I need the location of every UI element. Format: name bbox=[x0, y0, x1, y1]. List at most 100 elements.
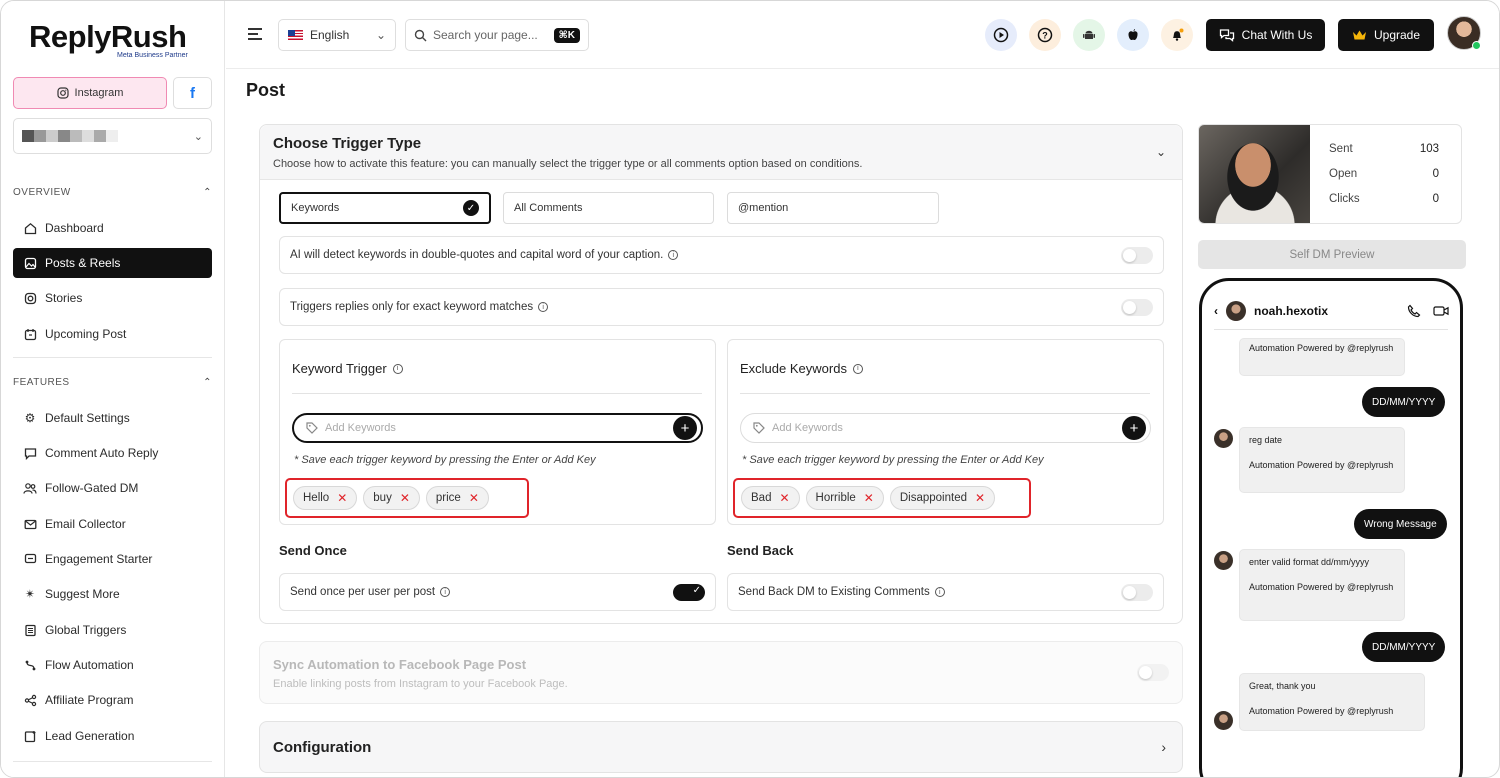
sidebar-item-comment-auto-reply[interactable]: Comment Auto Reply bbox=[13, 438, 212, 468]
sidebar-item-label: Dashboard bbox=[45, 221, 104, 235]
account-select[interactable]: ⌄ bbox=[13, 118, 212, 154]
exact-match-toggle[interactable] bbox=[1121, 298, 1153, 316]
sidebar-item-stories[interactable]: Stories bbox=[13, 283, 212, 313]
add-exclude-keyword-button[interactable]: + bbox=[1122, 416, 1146, 440]
chip-label: Bad bbox=[751, 492, 772, 504]
dm-username: noah.hexotix bbox=[1254, 304, 1329, 318]
check-icon: ✓ bbox=[692, 584, 701, 596]
sidebar-item-dashboard[interactable]: Dashboard bbox=[13, 213, 212, 243]
keyword-input[interactable]: Add Keywords + bbox=[292, 413, 703, 443]
dm-message-user: DD/MM/YYYY bbox=[1362, 387, 1446, 417]
logo-text: ReplyRush bbox=[29, 19, 187, 54]
send-back-row: Send Back DM to Existing Comments i bbox=[727, 573, 1164, 611]
trigger-type-card: Choose Trigger Type Choose how to activa… bbox=[259, 124, 1183, 624]
user-avatar[interactable] bbox=[1447, 16, 1481, 50]
sidebar-item-label: Comment Auto Reply bbox=[45, 446, 159, 460]
remove-chip-icon[interactable]: ✕ bbox=[469, 491, 479, 505]
sidebar-item-lead-generation[interactable]: Lead Generation bbox=[13, 721, 212, 751]
sync-toggle[interactable] bbox=[1137, 664, 1169, 681]
remove-chip-icon[interactable]: ✕ bbox=[864, 491, 874, 505]
facebook-button[interactable]: f bbox=[173, 77, 212, 109]
overview-section-header[interactable]: OVERVIEW ⌃ bbox=[13, 187, 212, 198]
info-icon[interactable]: i bbox=[852, 363, 863, 374]
tutorial-button[interactable] bbox=[985, 19, 1017, 51]
notifications-button[interactable] bbox=[1161, 19, 1193, 51]
add-keyword-button[interactable]: + bbox=[673, 416, 697, 440]
instagram-button[interactable]: Instagram bbox=[13, 77, 167, 109]
sidebar-item-affiliate-program[interactable]: Affiliate Program bbox=[13, 685, 212, 715]
upgrade-button[interactable]: Upgrade bbox=[1338, 19, 1434, 51]
dm-message-user: DD/MM/YYYY bbox=[1362, 632, 1446, 662]
video-call-icon[interactable] bbox=[1433, 304, 1449, 318]
sidebar-item-engagement-starter[interactable]: Engagement Starter bbox=[13, 544, 212, 574]
chevron-up-icon: ⌃ bbox=[203, 377, 212, 388]
send-back-toggle[interactable] bbox=[1121, 583, 1153, 601]
menu-icon[interactable] bbox=[248, 28, 262, 43]
trigger-option-all-comments[interactable]: All Comments bbox=[503, 192, 714, 224]
dm-message-footer: Automation Powered by @replyrush bbox=[1249, 459, 1394, 470]
chat-with-us-button[interactable]: Chat With Us bbox=[1206, 19, 1325, 51]
page-title: Post bbox=[246, 80, 286, 100]
tag-icon bbox=[753, 422, 765, 434]
keyword-input-placeholder: Add Keywords bbox=[325, 422, 396, 434]
info-icon[interactable]: i bbox=[668, 250, 679, 260]
sidebar-item-upcoming-post[interactable]: Upcoming Post bbox=[13, 319, 212, 349]
chip-label: Hello bbox=[303, 492, 330, 504]
info-icon[interactable]: i bbox=[440, 587, 451, 597]
remove-chip-icon[interactable]: ✕ bbox=[400, 491, 410, 505]
dm-message-user: Wrong Message bbox=[1354, 509, 1447, 539]
sidebar-item-email-collector[interactable]: Email Collector bbox=[13, 509, 212, 539]
logo: ReplyRush Meta Business Partner bbox=[29, 19, 188, 59]
exclude-keywords-title: Exclude Keywords i bbox=[740, 361, 863, 376]
panel-divider bbox=[740, 393, 1150, 394]
gear-icon: ⚙ bbox=[24, 411, 36, 425]
sidebar-item-label: Email Collector bbox=[45, 517, 126, 531]
post-thumbnail bbox=[1199, 125, 1310, 223]
info-icon[interactable]: i bbox=[538, 302, 549, 312]
keyword-chip: price ✕ bbox=[425, 486, 489, 510]
trigger-type-header[interactable]: Choose Trigger Type Choose how to activa… bbox=[260, 125, 1182, 180]
apple-icon bbox=[1128, 29, 1138, 40]
remove-chip-icon[interactable]: ✕ bbox=[975, 491, 985, 505]
chevron-up-icon: ⌃ bbox=[203, 187, 212, 198]
ai-detect-toggle[interactable] bbox=[1121, 246, 1153, 264]
dm-avatar-small bbox=[1214, 429, 1233, 448]
chip-label: Disappointed bbox=[899, 492, 967, 504]
info-icon[interactable]: i bbox=[934, 587, 945, 597]
exclude-chip: Horrible ✕ bbox=[805, 486, 884, 510]
chevron-down-icon: ⌄ bbox=[193, 130, 203, 143]
sidebar-item-global-triggers[interactable]: Global Triggers bbox=[13, 615, 212, 645]
back-arrow-icon[interactable]: ‹ bbox=[1214, 304, 1218, 318]
send-once-label: Send once per user per post bbox=[290, 586, 436, 598]
calendar-icon bbox=[23, 327, 37, 341]
phone-call-icon[interactable] bbox=[1407, 304, 1421, 318]
dm-avatar-small bbox=[1214, 711, 1233, 730]
language-select[interactable]: English ⌄ bbox=[278, 19, 396, 51]
sidebar-item-follow-gated-dm[interactable]: Follow-Gated DM bbox=[13, 473, 212, 503]
sidebar-item-posts-reels[interactable]: Posts & Reels bbox=[13, 248, 212, 278]
remove-chip-icon[interactable]: ✕ bbox=[337, 491, 347, 505]
sidebar-item-default-settings[interactable]: ⚙ Default Settings bbox=[13, 403, 212, 433]
play-icon bbox=[993, 27, 1009, 43]
search-box[interactable]: Search your page... ⌘K bbox=[405, 19, 589, 51]
trigger-option-keywords[interactable]: Keywords ✓ bbox=[279, 192, 491, 224]
sidebar-item-suggest-more[interactable]: ✴ Suggest More bbox=[13, 579, 212, 609]
ios-app-button[interactable] bbox=[1117, 19, 1149, 51]
features-section-header[interactable]: FEATURES ⌃ bbox=[13, 377, 212, 388]
configuration-card[interactable]: Configuration › bbox=[259, 721, 1183, 773]
help-button[interactable]: ? bbox=[1029, 19, 1061, 51]
sidebar-item-label: Follow-Gated DM bbox=[45, 481, 139, 495]
chip-label: buy bbox=[373, 492, 392, 504]
self-dm-preview-button[interactable]: Self DM Preview bbox=[1198, 240, 1466, 269]
exclude-keyword-input[interactable]: Add Keywords + bbox=[740, 413, 1151, 443]
send-once-title: Send Once bbox=[279, 543, 347, 558]
sidebar-item-flow-automation[interactable]: Flow Automation bbox=[13, 650, 212, 680]
send-once-toggle[interactable]: ✓ bbox=[673, 583, 705, 601]
facebook-icon: f bbox=[190, 84, 195, 102]
dm-message-bot: Automation Powered by @replyrush bbox=[1239, 338, 1405, 376]
android-app-button[interactable] bbox=[1073, 19, 1105, 51]
info-icon[interactable]: i bbox=[392, 363, 403, 374]
remove-chip-icon[interactable]: ✕ bbox=[779, 491, 789, 505]
send-once-row: Send once per user per post i ✓ bbox=[279, 573, 716, 611]
trigger-option-mention[interactable]: @mention bbox=[727, 192, 939, 224]
